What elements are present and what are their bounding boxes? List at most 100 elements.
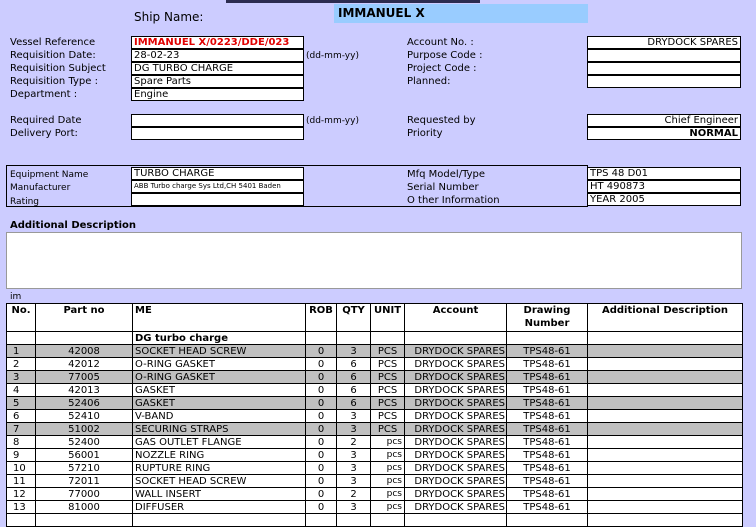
row-part-no-cell[interactable]: 42012: [35, 357, 133, 371]
row-rob-cell[interactable]: 0: [305, 435, 337, 449]
row-me-cell[interactable]: SECURING STRAPS: [132, 422, 306, 436]
row-account-cell[interactable]: DRYDOCK SPARES: [404, 448, 507, 462]
row-no-cell[interactable]: 9: [6, 448, 36, 462]
empty-cell[interactable]: [6, 513, 36, 527]
row-desc-cell[interactable]: [587, 487, 743, 501]
row-unit-cell[interactable]: PCS: [370, 396, 405, 410]
row-rob-cell[interactable]: 0: [305, 370, 337, 384]
row-me-cell[interactable]: SOCKET HEAD SCREW: [132, 344, 306, 358]
row-qty-cell[interactable]: 3: [336, 474, 371, 488]
row-rob-cell[interactable]: 0: [305, 409, 337, 423]
row-drawing-cell[interactable]: TPS48-61: [506, 370, 588, 384]
table-row[interactable]: 4 42013 GASKET 0 6 PCS DRYDOCK SPARES TPS48-61: [6, 383, 743, 397]
row-desc-cell[interactable]: [587, 448, 743, 462]
delivery-port-field[interactable]: [131, 127, 304, 140]
row-rob-cell[interactable]: 0: [305, 357, 337, 371]
row-unit-cell[interactable]: pcs: [370, 487, 405, 501]
row-me-cell[interactable]: O-RING GASKET: [132, 357, 306, 371]
row-account-cell[interactable]: DRYDOCK SPARES: [404, 422, 507, 436]
row-account-cell[interactable]: DRYDOCK SPARES: [404, 487, 507, 501]
row-rob-cell[interactable]: 0: [305, 461, 337, 475]
row-part-no-cell[interactable]: 77000: [35, 487, 133, 501]
row-rob-cell[interactable]: 0: [305, 422, 337, 436]
row-qty-cell[interactable]: 3: [336, 500, 371, 514]
row-unit-cell[interactable]: pcs: [370, 448, 405, 462]
row-part-no-cell[interactable]: 52410: [35, 409, 133, 423]
row-desc-cell[interactable]: [587, 435, 743, 449]
row-unit-cell[interactable]: PCS: [370, 409, 405, 423]
table-row[interactable]: 7 51002 SECURING STRAPS 0 3 PCS DRYDOCK SPARES…: [6, 422, 743, 436]
row-no-cell[interactable]: 13: [6, 500, 36, 514]
row-unit-cell[interactable]: pcs: [370, 435, 405, 449]
row-no-cell[interactable]: 6: [6, 409, 36, 423]
row-part-no-cell[interactable]: 51002: [35, 422, 133, 436]
row-unit-cell[interactable]: PCS: [370, 357, 405, 371]
table-row[interactable]: 12 77000 WALL INSERT 0 2 pcs DRYDOCK SPARES TPS…: [6, 487, 743, 501]
row-drawing-cell[interactable]: TPS48-61: [506, 422, 588, 436]
row-drawing-cell[interactable]: TPS48-61: [506, 396, 588, 410]
row-unit-cell[interactable]: PCS: [370, 383, 405, 397]
row-unit-cell[interactable]: PCS: [370, 370, 405, 384]
row-unit-cell[interactable]: pcs: [370, 500, 405, 514]
row-no-cell[interactable]: 3: [6, 370, 36, 384]
row-rob-cell[interactable]: 0: [305, 474, 337, 488]
ship-name-value[interactable]: IMMANUEL X: [334, 4, 588, 23]
row-desc-cell[interactable]: [587, 357, 743, 371]
row-me-cell[interactable]: GASKET: [132, 396, 306, 410]
department-field[interactable]: Engine: [131, 88, 304, 101]
row-desc-cell[interactable]: [587, 422, 743, 436]
row-no-cell[interactable]: 10: [6, 461, 36, 475]
equipment-name-field[interactable]: TURBO CHARGE: [131, 167, 304, 180]
row-desc-cell[interactable]: [587, 370, 743, 384]
row-desc-cell[interactable]: [587, 474, 743, 488]
row-unit-cell[interactable]: pcs: [370, 461, 405, 475]
serial-number-field[interactable]: HT 490873: [587, 180, 741, 193]
row-account-cell[interactable]: DRYDOCK SPARES: [404, 461, 507, 475]
row-qty-cell[interactable]: 3: [336, 422, 371, 436]
row-account-cell[interactable]: DRYDOCK SPARES: [404, 474, 507, 488]
row-account-cell[interactable]: DRYDOCK SPARES: [404, 344, 507, 358]
row-me-cell[interactable]: RUPTURE RING: [132, 461, 306, 475]
empty-cell[interactable]: [370, 513, 405, 527]
rating-field[interactable]: [131, 193, 304, 206]
row-qty-cell[interactable]: 3: [336, 448, 371, 462]
requisition-type-field[interactable]: Spare Parts: [131, 75, 304, 88]
manufacturer-field[interactable]: ABB Turbo charge Sys Ltd,CH 5401 Baden: [131, 180, 304, 193]
row-me-cell[interactable]: SOCKET HEAD SCREW: [132, 474, 306, 488]
row-drawing-cell[interactable]: TPS48-61: [506, 344, 588, 358]
row-account-cell[interactable]: DRYDOCK SPARES: [404, 409, 507, 423]
requisition-subject-field[interactable]: DG TURBO CHARGE: [131, 62, 304, 75]
row-part-no-cell[interactable]: 56001: [35, 448, 133, 462]
table-row[interactable]: 5 52406 GASKET 0 6 PCS DRYDOCK SPARES TPS48-61: [6, 396, 743, 410]
row-qty-cell[interactable]: 2: [336, 487, 371, 501]
row-desc-cell[interactable]: [587, 500, 743, 514]
row-part-no-cell[interactable]: 52406: [35, 396, 133, 410]
row-qty-cell[interactable]: 6: [336, 396, 371, 410]
row-account-cell[interactable]: DRYDOCK SPARES: [404, 500, 507, 514]
row-account-cell[interactable]: DRYDOCK SPARES: [404, 396, 507, 410]
other-info-field[interactable]: YEAR 2005: [587, 193, 741, 206]
project-code-field[interactable]: [587, 62, 741, 75]
row-rob-cell[interactable]: 0: [305, 500, 337, 514]
row-drawing-cell[interactable]: TPS48-61: [506, 357, 588, 371]
table-row[interactable]: 1 42008 SOCKET HEAD SCREW 0 3 PCS DRYDOCK SPAR…: [6, 344, 743, 358]
purpose-code-field[interactable]: [587, 49, 741, 62]
row-part-no-cell[interactable]: 52400: [35, 435, 133, 449]
row-drawing-cell[interactable]: TPS48-61: [506, 500, 588, 514]
row-account-cell[interactable]: DRYDOCK SPARES: [404, 435, 507, 449]
row-desc-cell[interactable]: [587, 409, 743, 423]
empty-cell[interactable]: [587, 513, 743, 527]
row-no-cell[interactable]: 8: [6, 435, 36, 449]
row-desc-cell[interactable]: [587, 383, 743, 397]
row-me-cell[interactable]: O-RING GASKET: [132, 370, 306, 384]
row-no-cell[interactable]: 7: [6, 422, 36, 436]
table-row[interactable]: 8 52400 GAS OUTLET FLANGE 0 2 pcs DRYDOCK SPAR…: [6, 435, 743, 449]
row-rob-cell[interactable]: 0: [305, 383, 337, 397]
row-drawing-cell[interactable]: TPS48-61: [506, 474, 588, 488]
row-qty-cell[interactable]: 3: [336, 344, 371, 358]
empty-cell[interactable]: [132, 513, 306, 527]
row-drawing-cell[interactable]: TPS48-61: [506, 448, 588, 462]
row-me-cell[interactable]: GASKET: [132, 383, 306, 397]
table-row[interactable]: 3 77005 O-RING GASKET 0 6 PCS DRYDOCK SPARES TP…: [6, 370, 743, 384]
empty-cell[interactable]: [404, 513, 507, 527]
